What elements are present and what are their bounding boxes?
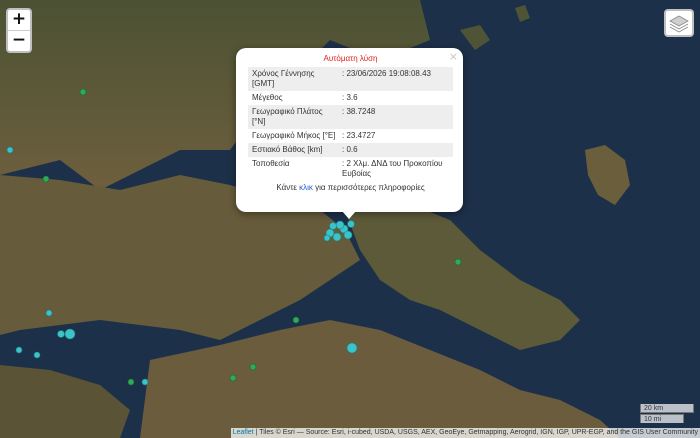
row-label: Εστιακό Βάθος [km] <box>248 143 338 157</box>
row-label: Γεωγραφικό Μήκος [°E] <box>252 131 336 140</box>
table-row: Τοποθεσία : 2 Χλμ. ΔΝΔ του Προκοπίου Ευβο… <box>248 157 453 181</box>
scale-bar: 20 km 10 mi <box>640 404 694 423</box>
table-row: Μέγεθος : 3.6 <box>248 91 453 105</box>
quake-marker <box>332 232 342 242</box>
footer-prefix: Κάντε <box>276 183 300 192</box>
quake-marker <box>6 146 14 154</box>
old-quake-marker <box>454 258 462 266</box>
old-quake-marker <box>229 374 237 382</box>
quake-marker <box>346 342 358 354</box>
old-quake-marker <box>79 88 87 96</box>
row-label: Τοποθεσία <box>252 159 290 168</box>
scale-metric: 20 km <box>640 404 694 413</box>
row-value: : 23.4727 <box>342 131 376 140</box>
table-row: Χρόνος Γέννησης [GMT]: 23/06/2026 19:08:… <box>248 67 453 91</box>
quake-marker <box>329 222 337 230</box>
popup-footer: Κάντε κλικ για περισσότερες πληροφορίες <box>248 183 453 192</box>
old-quake-marker <box>42 175 50 183</box>
popup-table: Χρόνος Γέννησης [GMT]: 23/06/2026 19:08:… <box>248 67 453 181</box>
quake-marker <box>64 328 76 340</box>
old-quake-marker <box>127 378 135 386</box>
row-value: : 23/06/2026 19:08:08.43 <box>338 67 453 91</box>
old-quake-marker <box>249 363 257 371</box>
earthquake-popup: × Αυτόματη λύση Χρόνος Γέννησης [GMT]: 2… <box>236 48 463 212</box>
footer-suffix: για περισσότερες πληροφορίες <box>312 183 425 192</box>
quake-marker <box>343 230 353 240</box>
more-info-link[interactable]: κλικ <box>299 183 313 192</box>
layers-icon <box>669 15 689 33</box>
zoom-out-button[interactable]: − <box>8 30 30 51</box>
quake-marker <box>141 378 149 386</box>
quake-marker <box>45 309 53 317</box>
row-value: : 3.6 <box>342 93 358 102</box>
zoom-control: + − <box>6 8 32 53</box>
attribution: Leaflet | Tiles © Esri — Source: Esri, i… <box>230 428 700 438</box>
quake-marker <box>33 351 41 359</box>
row-value: : 38.7248 <box>338 105 453 129</box>
table-row: Γεωγραφικό Μήκος [°E] : 23.4727 <box>248 129 453 143</box>
leaflet-link[interactable]: Leaflet <box>233 429 254 436</box>
table-row: Γεωγραφικό Πλάτος [°N]: 38.7248 <box>248 105 453 129</box>
quake-marker <box>15 346 23 354</box>
row-value: : 2 Χλμ. ΔΝΔ του Προκοπίου Ευβοίας <box>342 159 443 178</box>
row-label: Γεωγραφικό Πλάτος [°N] <box>248 105 338 129</box>
quake-marker <box>323 234 331 242</box>
quake-marker <box>57 330 65 338</box>
close-icon[interactable]: × <box>449 50 458 63</box>
scale-imperial: 10 mi <box>640 414 684 423</box>
row-label: Χρόνος Γέννησης [GMT] <box>248 67 338 91</box>
row-label: Μέγεθος <box>252 93 283 102</box>
old-quake-marker <box>292 316 300 324</box>
row-value: : 0.6 <box>338 143 453 157</box>
quake-marker <box>335 220 345 230</box>
table-row: Εστιακό Βάθος [km]: 0.6 <box>248 143 453 157</box>
zoom-in-button[interactable]: + <box>8 10 30 30</box>
layers-button[interactable] <box>664 9 694 37</box>
quake-marker <box>347 220 355 228</box>
popup-tip <box>342 211 356 219</box>
popup-title: Αυτόματη λύση <box>323 54 378 63</box>
attribution-text: | Tiles © Esri — Source: Esri, i-cubed, … <box>253 429 698 436</box>
